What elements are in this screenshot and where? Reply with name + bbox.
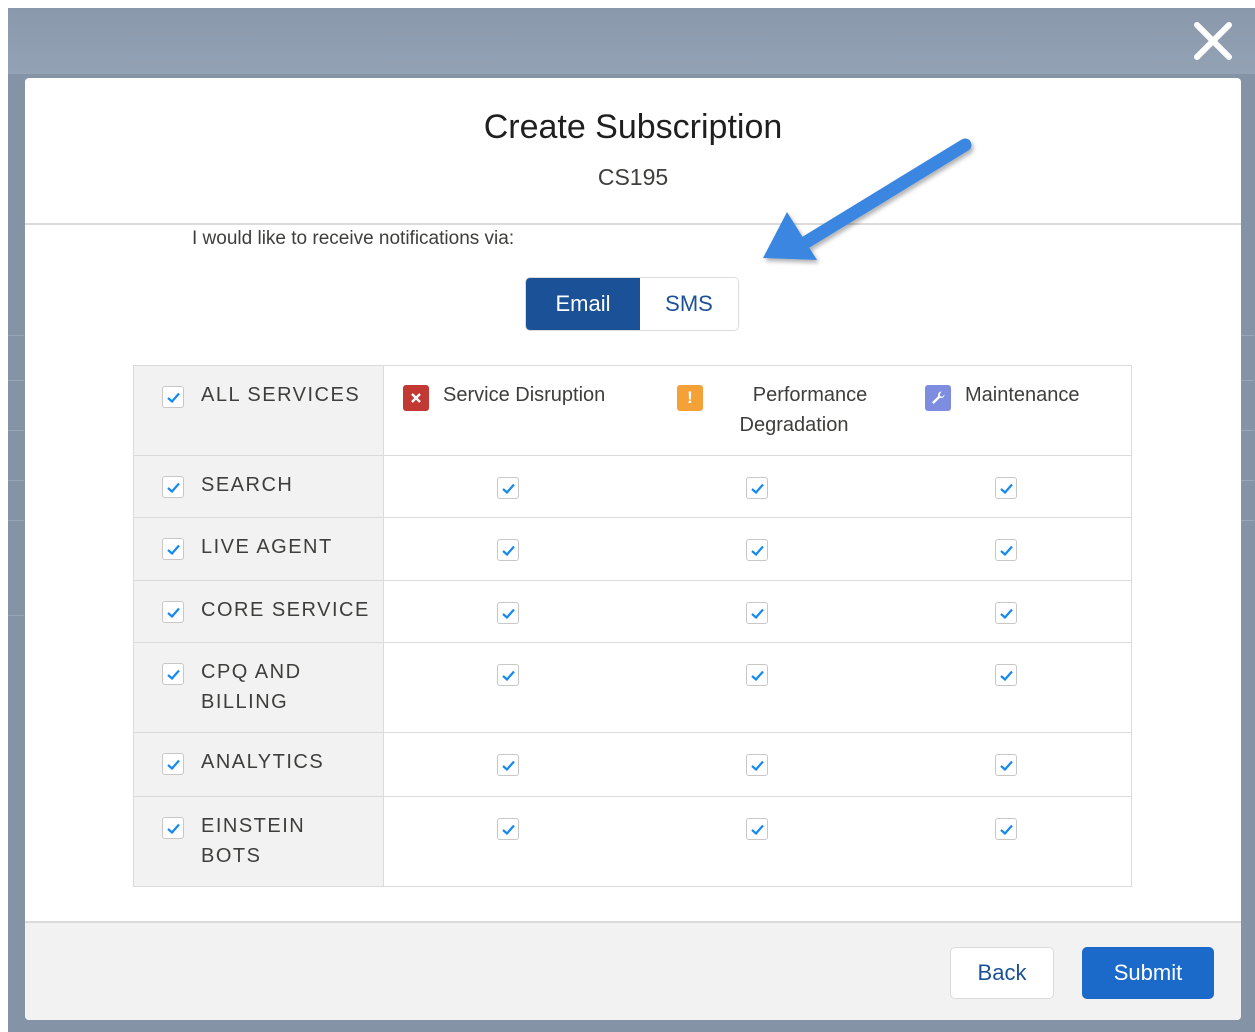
service-column <box>134 366 384 886</box>
service-label-einstein-bots: EINSTEIN BOTS <box>201 815 306 867</box>
check-icon <box>751 670 764 681</box>
check-icon <box>751 760 764 771</box>
service-checkbox-cpq-and-billing[interactable] <box>162 663 184 685</box>
check-icon <box>502 760 515 771</box>
row-divider <box>134 732 1131 733</box>
check-icon <box>167 544 180 555</box>
service-label-live-agent: LIVE AGENT <box>201 536 333 558</box>
background-divider <box>8 335 24 336</box>
notify-checkbox-live-agent-maintenance[interactable] <box>995 539 1017 561</box>
service-label-analytics: ANALYTICS <box>201 751 325 773</box>
notify-checkbox-cpq-and-billing-performance-degradation[interactable] <box>746 664 768 686</box>
check-icon <box>502 670 515 681</box>
notify-checkbox-cpq-and-billing-maintenance[interactable] <box>995 664 1017 686</box>
check-icon <box>751 483 764 494</box>
notify-checkbox-search-maintenance[interactable] <box>995 477 1017 499</box>
notify-checkbox-einstein-bots-service-disruption[interactable] <box>497 818 519 840</box>
check-icon <box>1000 760 1013 771</box>
check-icon <box>502 608 515 619</box>
row-divider <box>134 455 1131 456</box>
column-maintenance: Maintenance <box>965 384 1080 406</box>
close-icon <box>403 385 429 411</box>
notify-checkbox-core-service-service-disruption[interactable] <box>497 602 519 624</box>
background-divider <box>8 615 24 616</box>
check-icon <box>502 824 515 835</box>
check-icon <box>1000 608 1013 619</box>
check-icon <box>751 545 764 556</box>
check-icon <box>502 545 515 556</box>
check-icon <box>167 669 180 680</box>
column-service-disruption: Service Disruption <box>443 384 606 406</box>
create-subscription-modal: Create Subscription CS195 I would like t… <box>25 78 1241 1020</box>
notify-checkbox-core-service-maintenance[interactable] <box>995 602 1017 624</box>
service-checkbox-core-service[interactable] <box>162 601 184 623</box>
check-icon <box>751 608 764 619</box>
back-button[interactable]: Back <box>950 947 1054 999</box>
service-label-core-service: CORE SERVICE <box>201 599 370 621</box>
row-divider <box>134 517 1131 518</box>
check-icon <box>1000 670 1013 681</box>
close-modal-button[interactable] <box>1190 18 1236 64</box>
service-checkbox-analytics[interactable] <box>162 753 184 775</box>
column-performance-degradation: Performance Degradation <box>739 384 868 436</box>
modal-footer: Back Submit <box>25 921 1241 1020</box>
background-divider <box>8 430 24 431</box>
row-divider <box>134 796 1131 797</box>
notify-checkbox-analytics-performance-degradation[interactable] <box>746 754 768 776</box>
notify-checkbox-search-service-disruption[interactable] <box>497 477 519 499</box>
check-icon <box>167 607 180 618</box>
check-icon <box>167 392 180 403</box>
notify-checkbox-live-agent-service-disruption[interactable] <box>497 539 519 561</box>
service-checkbox-live-agent[interactable] <box>162 538 184 560</box>
check-icon <box>751 824 764 835</box>
notify-checkbox-einstein-bots-performance-degradation[interactable] <box>746 818 768 840</box>
submit-button[interactable]: Submit <box>1082 947 1214 999</box>
row-divider <box>134 580 1131 581</box>
notify-checkbox-search-performance-degradation[interactable] <box>746 477 768 499</box>
service-checkbox-einstein-bots[interactable] <box>162 817 184 839</box>
overlay-header-band <box>8 8 1255 74</box>
service-label-search: SEARCH <box>201 474 294 496</box>
annotation-arrow <box>763 138 972 260</box>
check-icon <box>1000 483 1013 494</box>
notify-checkbox-einstein-bots-maintenance[interactable] <box>995 818 1017 840</box>
notify-checkbox-live-agent-performance-degradation[interactable] <box>746 539 768 561</box>
subscription-matrix: ALL SERVICES Service Disruption ! Perfor… <box>133 365 1132 887</box>
notify-checkbox-analytics-service-disruption[interactable] <box>497 754 519 776</box>
wrench-icon <box>925 385 951 411</box>
all-services-label: ALL SERVICES <box>201 384 361 406</box>
check-icon <box>1000 545 1013 556</box>
check-icon <box>167 823 180 834</box>
background-divider <box>8 380 24 381</box>
notify-checkbox-cpq-and-billing-service-disruption[interactable] <box>497 664 519 686</box>
service-checkbox-search[interactable] <box>162 476 184 498</box>
notify-checkbox-analytics-maintenance[interactable] <box>995 754 1017 776</box>
service-label-cpq-and-billing: CPQ AND BILLING <box>201 661 302 713</box>
background-divider <box>8 480 24 481</box>
notify-checkbox-core-service-performance-degradation[interactable] <box>746 602 768 624</box>
check-icon <box>502 483 515 494</box>
row-divider <box>134 642 1131 643</box>
all-services-checkbox[interactable] <box>162 386 184 408</box>
check-icon <box>1000 824 1013 835</box>
check-icon <box>167 482 180 493</box>
background-divider <box>8 520 24 521</box>
check-icon <box>167 759 180 770</box>
close-icon <box>1194 22 1232 60</box>
